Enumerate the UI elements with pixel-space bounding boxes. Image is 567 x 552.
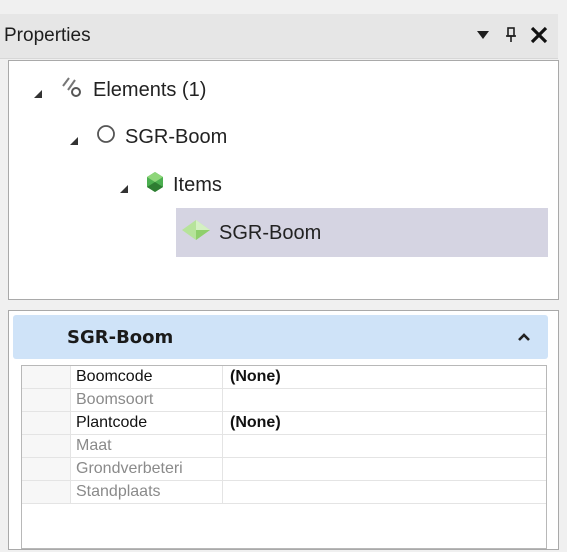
tree-node-items[interactable]: Items — [117, 162, 222, 208]
property-value[interactable]: (None) — [230, 368, 281, 386]
row-gutter — [22, 366, 71, 388]
pin-icon[interactable] — [498, 22, 524, 48]
chevron-down-icon[interactable] — [470, 22, 496, 48]
row-gutter — [22, 389, 71, 411]
property-label: Boomsoort — [76, 391, 154, 408]
panel-title: Properties — [4, 25, 91, 46]
expanded-triangle-icon[interactable] — [67, 130, 81, 145]
tree-node-elements[interactable]: Elements (1) — [31, 67, 206, 113]
tree-node-label: Elements (1) — [93, 78, 207, 101]
expanded-triangle-icon[interactable] — [31, 83, 45, 98]
column-separator — [222, 458, 223, 480]
row-gutter — [22, 412, 71, 434]
elements-link-icon — [59, 74, 85, 106]
tree-node-label: SGR-Boom — [125, 125, 228, 148]
row-gutter — [22, 481, 71, 503]
property-row-standplaats[interactable]: Standplaats — [22, 481, 546, 504]
tree-node-sgr-boom[interactable]: SGR-Boom — [67, 114, 227, 160]
property-row-boomsoort[interactable]: Boomsoort — [22, 389, 546, 412]
property-label: Boomcode — [76, 368, 153, 385]
column-separator — [222, 412, 223, 434]
property-row-boomcode[interactable]: Boomcode (None) — [22, 366, 546, 389]
property-row-maat[interactable]: Maat — [22, 435, 546, 458]
green-gem-icon — [145, 171, 165, 199]
property-row-plantcode[interactable]: Plantcode (None) — [22, 412, 546, 435]
column-separator — [222, 389, 223, 411]
column-separator — [222, 435, 223, 457]
row-gutter — [22, 435, 71, 457]
property-label: Maat — [76, 437, 112, 454]
panel-splitter[interactable] — [0, 300, 558, 310]
chevron-up-icon[interactable] — [514, 327, 534, 347]
property-label: Grondverbeteri — [76, 460, 183, 477]
property-group-title: SGR-Boom — [67, 327, 174, 348]
properties-panel: Properties Elements (1) SGR-Boom Items S… — [0, 0, 567, 552]
property-label: Standplaats — [76, 483, 161, 500]
green-diamond-icon — [181, 219, 211, 247]
tree-node-label: SGR-Boom — [219, 221, 322, 244]
circle-outline-icon — [95, 123, 117, 151]
panel-titlebar: Properties — [0, 14, 558, 59]
property-grid: SGR-Boom Boomcode (None) Boomsoort Plant… — [8, 310, 559, 550]
property-rows: Boomcode (None) Boomsoort Plantcode (Non… — [21, 365, 547, 549]
property-value[interactable]: (None) — [230, 414, 281, 432]
property-label: Plantcode — [76, 414, 148, 431]
property-row-grondverbetering[interactable]: Grondverbeteri — [22, 458, 546, 481]
column-separator — [222, 481, 223, 503]
tree-node-sgr-boom-item[interactable]: SGR-Boom — [181, 210, 321, 256]
expanded-triangle-icon[interactable] — [117, 178, 131, 193]
close-icon[interactable] — [526, 22, 552, 48]
column-separator — [222, 366, 223, 388]
row-gutter — [22, 458, 71, 480]
element-tree[interactable]: Elements (1) SGR-Boom Items SGR-Boom — [8, 60, 559, 300]
property-group-header[interactable]: SGR-Boom — [13, 315, 548, 359]
tree-node-label: Items — [173, 173, 222, 196]
